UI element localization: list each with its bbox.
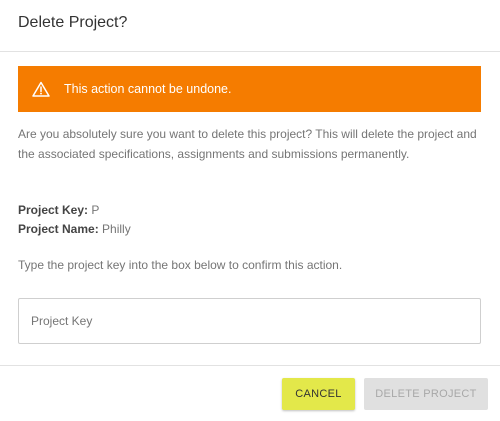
project-key-value: P xyxy=(91,203,100,217)
project-key-input[interactable] xyxy=(18,298,481,344)
delete-project-button[interactable]: DELETE PROJECT xyxy=(364,378,488,410)
delete-project-dialog: Delete Project? This action cannot be un… xyxy=(0,0,500,421)
delete-description: Are you absolutely sure you want to dele… xyxy=(18,127,477,161)
cancel-button[interactable]: CANCEL xyxy=(282,378,355,410)
dialog-title: Delete Project? xyxy=(18,14,128,31)
footer-divider xyxy=(0,365,500,366)
project-key-detail: Project Key: P xyxy=(18,203,99,217)
warning-text: This action cannot be undone. xyxy=(64,82,232,96)
warning-triangle-icon xyxy=(32,81,50,97)
header-divider xyxy=(0,51,500,52)
warning-banner: This action cannot be undone. xyxy=(18,66,481,112)
project-key-label: Project Key: xyxy=(18,203,89,217)
confirm-instruction: Type the project key into the box below … xyxy=(18,258,343,272)
project-name-detail: Project Name: Philly xyxy=(18,222,131,236)
project-name-label: Project Name: xyxy=(18,222,99,236)
project-name-value: Philly xyxy=(102,222,131,236)
